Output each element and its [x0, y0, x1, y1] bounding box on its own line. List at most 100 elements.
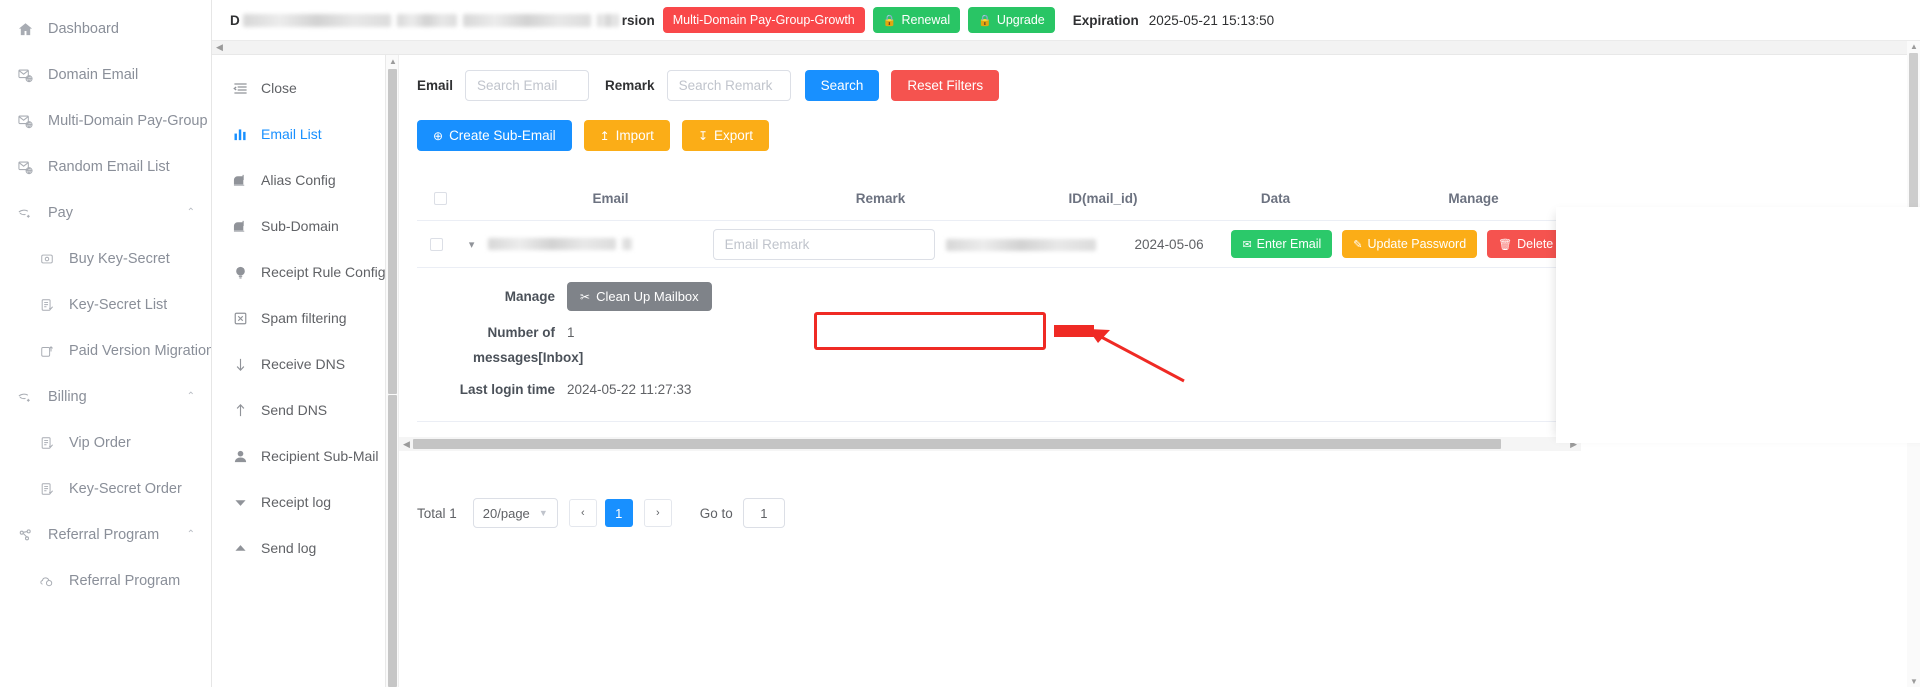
page-size-value: 20/page: [482, 505, 530, 521]
chevron-up-icon[interactable]: ⌃: [187, 530, 195, 540]
chevron-up-icon[interactable]: ⌃: [187, 392, 195, 402]
sidebar-item-label: Domain Email: [48, 67, 139, 83]
email-list-panel: ▲ Email Remark Search Reset Filters: [386, 55, 1920, 687]
prev-page-button[interactable]: ‹: [568, 499, 597, 527]
page-number-1[interactable]: 1: [604, 499, 633, 527]
page-size-select[interactable]: 20/page ▼: [472, 498, 558, 528]
search-remark-input[interactable]: [666, 69, 791, 101]
sidebar-item-referral-program[interactable]: Referral Program: [0, 558, 211, 604]
submenu-item-alias-config[interactable]: Alias Config: [212, 157, 385, 203]
submenu-item-receipt-log[interactable]: Receipt log: [212, 479, 385, 525]
scroll-left-icon[interactable]: ◀: [216, 43, 223, 52]
reset-filters-button[interactable]: Reset Filters: [891, 69, 1000, 101]
email-remark-input[interactable]: [712, 228, 935, 260]
pagination: Total 1 20/page ▼ ‹ 1 › Go to: [412, 498, 785, 528]
sidebar-item-buy-key-secret[interactable]: Buy Key-Secret: [0, 236, 211, 282]
enter-email-button[interactable]: ✉ Enter Email: [1231, 230, 1333, 258]
cell-email: ▾: [457, 238, 711, 251]
submenu-item-send-log[interactable]: Send log: [212, 525, 385, 571]
arrow-up-icon: [230, 403, 250, 418]
version-label: rsion: [621, 12, 655, 28]
scroll-up-icon[interactable]: ▲: [389, 57, 397, 66]
submenu-item-sub-domain[interactable]: Sub-Domain: [212, 203, 385, 249]
delete-email-button[interactable]: 🗑 Delete Email: [1487, 230, 1599, 258]
user-icon: [230, 449, 250, 464]
sidebar-item-key-secret-list[interactable]: Key-Secret List: [0, 282, 211, 328]
pay-icon: [14, 390, 36, 405]
sidebar-item-pay[interactable]: Pay ⌃: [0, 190, 211, 236]
update-password-button[interactable]: ✎ Update Password: [1342, 230, 1478, 258]
sidebar-item-vip-order[interactable]: Vip Order: [0, 420, 211, 466]
submenu-item-close[interactable]: Close: [212, 65, 385, 111]
submenu-item-label: Receive DNS: [261, 356, 346, 372]
chevron-down-icon: ▼: [538, 508, 548, 518]
panel-inner: Email Remark Search Reset Filters ⊕ Crea…: [399, 55, 1920, 673]
scroll-left-icon[interactable]: ◀: [403, 439, 410, 449]
expand-row-icon[interactable]: ▾: [459, 238, 485, 251]
search-email-input[interactable]: [465, 69, 590, 101]
sidebar-item-key-secret-order[interactable]: Key-Secret Order: [0, 466, 211, 512]
submenu-item-receive-dns[interactable]: Receive DNS: [212, 341, 385, 387]
sidebar-item-domain-email[interactable]: Domain Email: [0, 52, 211, 98]
scroll-thumb-lower[interactable]: [388, 395, 397, 687]
next-page-button[interactable]: ›: [643, 499, 672, 527]
sidebar-item-paid-version-migration[interactable]: Paid Version Migration: [0, 328, 211, 374]
sidebar-item-label: Billing: [48, 389, 87, 405]
scroll-thumb[interactable]: [388, 69, 397, 394]
sidebar-item-random-email-list[interactable]: Random Email List: [0, 144, 211, 190]
scroll-thumb[interactable]: [1909, 53, 1918, 353]
sidebar-item-referral-program-group[interactable]: Referral Program ⌃: [0, 512, 211, 558]
cell-manage: ✉ Enter Email ✎ Update Password 🗑 Delete: [1231, 230, 1599, 258]
submenu-item-email-list[interactable]: Email List: [212, 111, 385, 157]
arrow-down-icon: [230, 357, 250, 372]
sidebar-item-label: Pay: [48, 205, 73, 221]
sidebar-item-multi-domain-pay-group[interactable]: Multi-Domain Pay-Group: [0, 98, 211, 144]
submenu-item-send-dns[interactable]: Send DNS: [212, 387, 385, 433]
home-icon: [14, 22, 36, 37]
detail-messages-label: messages[Inbox]: [473, 350, 584, 365]
outer-horizontal-scrollbar[interactable]: ◀ ▶: [212, 41, 1920, 55]
renewal-button[interactable]: 🔒 Renewal: [872, 7, 961, 33]
scroll-right-icon[interactable]: ▶: [1570, 439, 1577, 449]
delete-email-label: Delete Email: [1517, 237, 1588, 251]
sidebar-item-billing[interactable]: Billing ⌃: [0, 374, 211, 420]
sidebar-item-label: Referral Program: [69, 573, 181, 589]
plan-badge[interactable]: Multi-Domain Pay-Group-Growth: [662, 7, 865, 33]
column-header-data: Data: [1260, 191, 1291, 206]
key-icon: [36, 252, 58, 266]
scroll-thumb[interactable]: [413, 439, 1501, 449]
email-table: Email Remark ID(mail_id) Data Manage ▾ E…: [417, 177, 1599, 422]
row-checkbox[interactable]: [430, 237, 444, 251]
select-all-checkbox[interactable]: [433, 192, 447, 205]
goto-page-input[interactable]: [742, 498, 785, 528]
create-sub-email-label: Create Sub-Email: [449, 128, 556, 143]
submenu-item-label: Email List: [261, 126, 322, 142]
sidebar-item-label: Paid Version Migration: [69, 343, 211, 359]
export-label: Export: [714, 128, 754, 143]
create-sub-email-button[interactable]: ⊕ Create Sub-Email: [417, 120, 572, 151]
submenu-item-spam-filtering[interactable]: Spam filtering: [212, 295, 385, 341]
detail-number-value: 1: [567, 325, 575, 340]
panel-vertical-scrollbar[interactable]: ▲: [386, 55, 399, 687]
table-horizontal-scrollbar[interactable]: ◀ ▶: [399, 437, 1581, 451]
submenu-item-receipt-rule-config[interactable]: Receipt Rule Config: [212, 249, 386, 295]
chevron-up-icon[interactable]: ⌃: [187, 208, 195, 218]
clean-up-mailbox-button[interactable]: ✂ Clean Up Mailbox: [567, 282, 712, 311]
import-button[interactable]: ↥ Import: [583, 120, 670, 151]
row-select-cell: [417, 237, 457, 251]
search-button[interactable]: Search: [804, 69, 880, 101]
redacted-email: [487, 238, 616, 250]
sidebar-item-dashboard[interactable]: Dashboard: [0, 6, 211, 52]
upgrade-button[interactable]: 🔒 Upgrade: [968, 7, 1055, 33]
submenu-item-label: Close: [261, 80, 297, 96]
lock-icon: 🔒: [882, 14, 897, 27]
export-button[interactable]: ↧ Export: [681, 120, 770, 151]
renewal-label: Renewal: [901, 13, 951, 27]
column-header-manage: Manage: [1448, 191, 1499, 206]
scroll-up-icon[interactable]: ▲: [1910, 42, 1918, 51]
download-icon: ↧: [697, 128, 708, 143]
submenu-item-recipient-sub-mail[interactable]: Recipient Sub-Mail: [212, 433, 385, 479]
scroll-down-icon[interactable]: ▼: [1910, 677, 1918, 686]
page-vertical-scrollbar[interactable]: ▲ ▼: [1907, 41, 1920, 687]
submenu-item-label: Spam filtering: [261, 310, 347, 326]
